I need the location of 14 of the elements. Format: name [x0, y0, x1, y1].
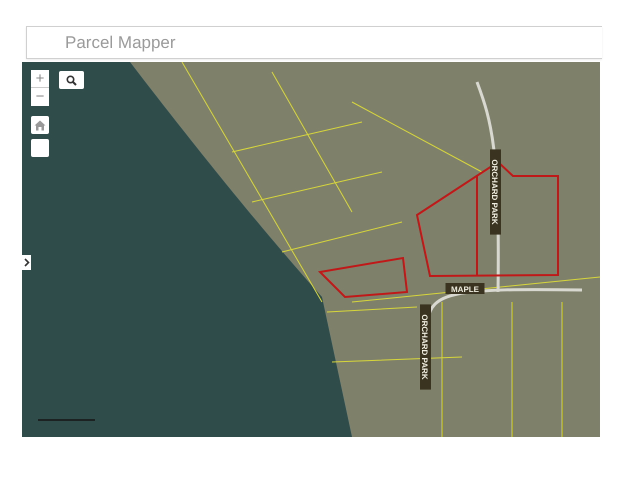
street-label: MAPLE	[446, 283, 484, 294]
chevron-right-icon	[24, 258, 30, 267]
map-view[interactable]: MAPLE ORCHARD PARK ORCHARD PARK + −	[22, 62, 600, 437]
search-button[interactable]	[59, 71, 84, 89]
parcel-outline[interactable]	[416, 160, 559, 277]
expand-panel-button[interactable]	[22, 255, 31, 270]
search-icon	[66, 74, 77, 86]
street-label: ORCHARD PARK	[490, 149, 501, 235]
home-icon	[34, 120, 46, 130]
app-title: Parcel Mapper	[65, 32, 176, 52]
zoom-in-button[interactable]: +	[31, 70, 49, 88]
home-button[interactable]	[31, 116, 49, 134]
scale-bar	[38, 419, 95, 421]
street-label: ORCHARD PARK	[420, 304, 431, 390]
